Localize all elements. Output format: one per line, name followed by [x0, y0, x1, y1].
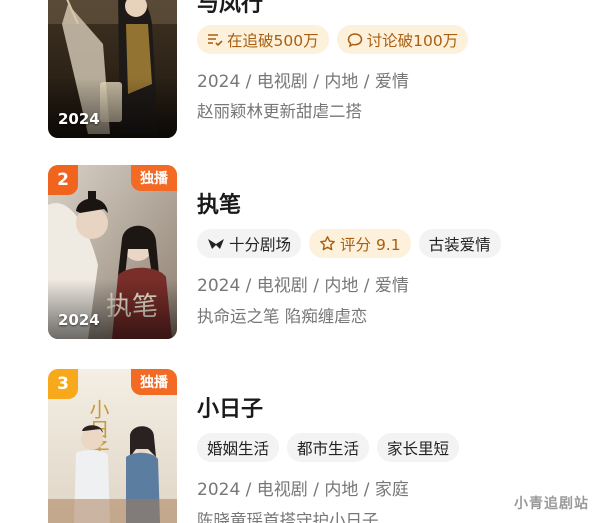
star-outline-icon	[319, 235, 336, 252]
poster-year-badge: 2024	[58, 110, 100, 128]
theme-tag: 家长里短	[377, 433, 460, 462]
theme-tag: 婚姻生活	[197, 433, 280, 462]
poster-shade	[48, 279, 177, 339]
tag-row: 十分剧场 评分 9.1 古装爱情	[197, 229, 501, 258]
drama-card-3[interactable]: 小日子 3 独播 小日子 婚姻生活 都市生活 家长里短 2024 / 电视剧 /…	[0, 369, 599, 523]
rating-tag-label: 评分 9.1	[340, 235, 401, 254]
exclusive-badge: 独播	[131, 369, 177, 395]
poster-year-badge: 2024	[58, 311, 100, 329]
drama-meta: 2024 / 电视剧 / 内地 / 家庭	[197, 480, 409, 500]
drama-meta: 2024 / 电视剧 / 内地 / 爱情	[197, 72, 409, 92]
rank-badge: 2	[48, 165, 78, 195]
rating-tag: 评分 9.1	[309, 229, 411, 258]
rank-badge: 3	[48, 369, 78, 399]
poster-shade	[48, 78, 177, 138]
theater-tag-label: 十分剧场	[229, 235, 292, 254]
drama-description: 执命运之笔 陷痴缠虐恋	[197, 307, 368, 326]
tracking-tag-label: 在追破500万	[227, 31, 319, 50]
watermark: 小青追剧站	[514, 496, 589, 512]
drama-title[interactable]: 与凤行	[197, 0, 263, 18]
drama-description: 赵丽颖林更新甜虐二搭	[197, 102, 362, 121]
drama-description: 陈晓童瑶首搭守护小日子	[197, 511, 379, 523]
theme-tag: 都市生活	[287, 433, 370, 462]
comment-bubble-icon	[347, 32, 363, 48]
drama-card-1[interactable]: 2024 与凤行 在追破500万 讨论破100万 2024 / 电视剧 / 内地…	[0, 0, 599, 150]
drama-meta: 2024 / 电视剧 / 内地 / 爱情	[197, 276, 409, 296]
tracking-list-icon	[207, 32, 223, 48]
discussion-tag-label: 讨论破100万	[366, 31, 459, 50]
poster-image-2[interactable]: 执笔 2 独播 2024	[48, 165, 177, 339]
exclusive-badge: 独播	[131, 165, 177, 191]
tracking-tag: 在追破500万	[197, 25, 329, 54]
tag-row: 婚姻生活 都市生活 家长里短	[197, 433, 460, 462]
genre-tag: 古装爱情	[418, 229, 501, 258]
tag-row: 在追破500万 讨论破100万	[197, 25, 469, 54]
theater-logo-icon	[207, 237, 225, 251]
discussion-tag: 讨论破100万	[336, 25, 469, 54]
poster-image-3[interactable]: 小日子 3 独播	[48, 369, 177, 523]
drama-card-2[interactable]: 执笔 2 独播 2024 执笔 十分剧场 评分 9.1 古装爱情 2024 / …	[0, 165, 599, 345]
drama-title[interactable]: 执笔	[197, 187, 241, 219]
drama-title[interactable]: 小日子	[197, 391, 263, 423]
poster-image-1[interactable]: 2024	[48, 0, 177, 138]
theater-tag: 十分剧场	[197, 229, 302, 258]
